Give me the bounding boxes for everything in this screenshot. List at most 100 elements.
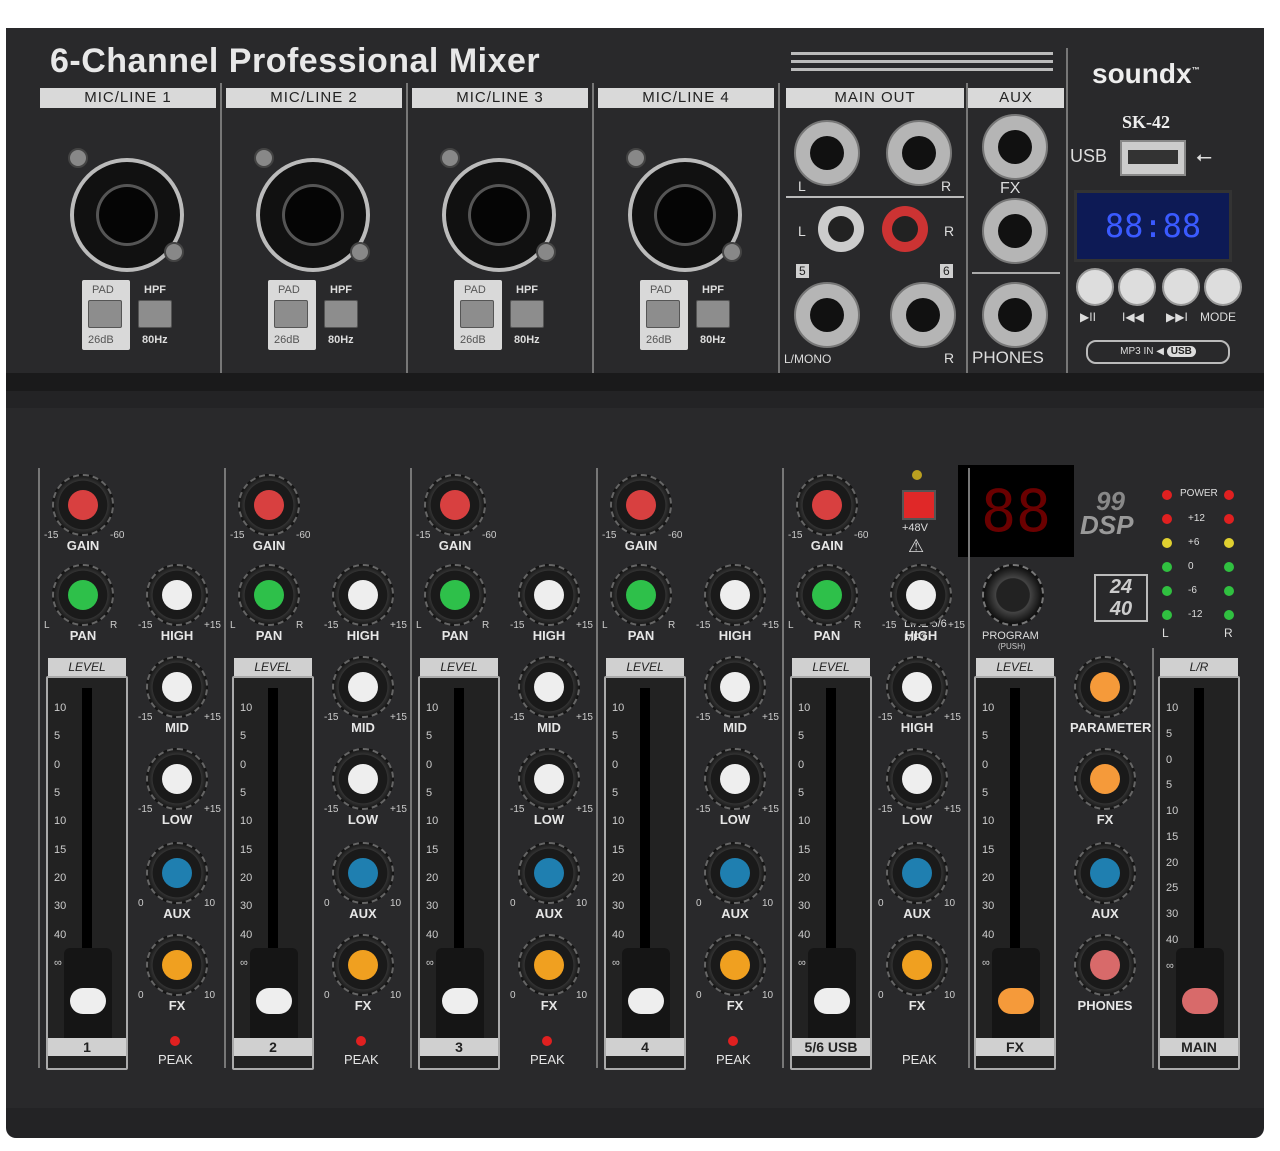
aux-out-jack[interactable] bbox=[982, 114, 1048, 180]
fader-scale-mark: 10 bbox=[240, 815, 253, 828]
high-knob-5[interactable] bbox=[890, 564, 952, 626]
hpf-value: 80Hz bbox=[142, 334, 168, 346]
phantom-48v-button[interactable] bbox=[902, 490, 936, 520]
fx-knob-3[interactable] bbox=[518, 934, 580, 996]
high-knob-56b[interactable] bbox=[886, 656, 948, 718]
gain-knob-1[interactable] bbox=[52, 474, 114, 536]
channel-fader-4-knob[interactable] bbox=[622, 948, 670, 1048]
low-knob-1-max: +15 bbox=[204, 804, 221, 815]
line-5-jack[interactable] bbox=[794, 282, 860, 348]
fader-scale-mark: 0 bbox=[54, 758, 61, 771]
low-knob-1[interactable] bbox=[146, 748, 208, 810]
high-knob-2-max: +15 bbox=[390, 620, 407, 631]
pad-button-1[interactable] bbox=[88, 300, 122, 328]
fx-out-jack[interactable] bbox=[982, 198, 1048, 264]
fader-scale-mark: ∞ bbox=[54, 957, 62, 970]
fader-scale-mark: 15 bbox=[240, 843, 253, 856]
line-6-jack[interactable] bbox=[890, 282, 956, 348]
fx-knob-2[interactable] bbox=[332, 934, 394, 996]
channel-fader-4-header: LEVEL bbox=[606, 658, 684, 676]
rca-r-jack[interactable] bbox=[882, 206, 928, 252]
channel-fader-5-knob[interactable] bbox=[808, 948, 856, 1048]
meter-led-r bbox=[1224, 586, 1234, 596]
low-knob-3-label: LOW bbox=[533, 812, 565, 827]
fader-scale-mark: 20 bbox=[240, 872, 253, 885]
fx-knob-1[interactable] bbox=[146, 934, 208, 996]
fader-scale-mark: 0 bbox=[982, 758, 989, 771]
aux-knob-4[interactable] bbox=[704, 842, 766, 904]
pad-button-3[interactable] bbox=[460, 300, 494, 328]
fader-scale-mark: 40 bbox=[54, 928, 67, 941]
channel-fader-3-knob[interactable] bbox=[436, 948, 484, 1048]
mid-knob-1[interactable] bbox=[146, 656, 208, 718]
main-out-r-jack[interactable] bbox=[886, 120, 952, 186]
pan-knob-4[interactable] bbox=[610, 564, 672, 626]
high-knob-1[interactable] bbox=[146, 564, 208, 626]
rca-l-jack[interactable] bbox=[818, 206, 864, 252]
fader-scale-mark: 5 bbox=[426, 730, 433, 743]
high-knob-1-max: +15 bbox=[204, 620, 221, 631]
channel-fader-2-knob[interactable] bbox=[250, 948, 298, 1048]
mid-knob-3[interactable] bbox=[518, 656, 580, 718]
main-fader-knob[interactable] bbox=[1176, 948, 1224, 1048]
high-knob-3[interactable] bbox=[518, 564, 580, 626]
fx-return-fader-knob[interactable] bbox=[992, 948, 1040, 1048]
pad-value: 26dB bbox=[274, 334, 300, 346]
gain-knob-3[interactable] bbox=[424, 474, 486, 536]
divider bbox=[1152, 648, 1154, 1068]
fx-knob-56[interactable] bbox=[886, 934, 948, 996]
low-knob-4[interactable] bbox=[704, 748, 766, 810]
pad-button-4[interactable] bbox=[646, 300, 680, 328]
program-knob[interactable] bbox=[982, 564, 1044, 626]
pan-knob-2[interactable] bbox=[238, 564, 300, 626]
channel-fader-5-number: 5/6 USB bbox=[792, 1038, 870, 1056]
aux-knob-1[interactable] bbox=[146, 842, 208, 904]
channel-fader-1-knob[interactable] bbox=[64, 948, 112, 1048]
low-knob-3[interactable] bbox=[518, 748, 580, 810]
hpf-button-1[interactable] bbox=[138, 300, 172, 328]
meter-led-l bbox=[1162, 538, 1172, 548]
high-knob-2[interactable] bbox=[332, 564, 394, 626]
gain-knob-1-label: GAIN bbox=[66, 538, 100, 553]
channel-fader-3-header: LEVEL bbox=[420, 658, 498, 676]
fader-scale-mark: 10 bbox=[1166, 702, 1179, 714]
fader-scale-mark: 30 bbox=[426, 900, 439, 913]
usb-port[interactable] bbox=[1120, 140, 1186, 176]
mid-knob-4[interactable] bbox=[704, 656, 766, 718]
high-knob-56b-min: -15 bbox=[878, 712, 893, 723]
main-out-l-jack[interactable] bbox=[794, 120, 860, 186]
fx-master-knob[interactable] bbox=[1074, 748, 1136, 810]
low-knob-2[interactable] bbox=[332, 748, 394, 810]
player-button-2[interactable] bbox=[1162, 268, 1200, 306]
gain-knob-2[interactable] bbox=[238, 474, 300, 536]
aux-knob-3[interactable] bbox=[518, 842, 580, 904]
player-button-3[interactable] bbox=[1204, 268, 1242, 306]
hpf-button-3[interactable] bbox=[510, 300, 544, 328]
pan-knob-2-label: PAN bbox=[255, 628, 283, 643]
gain-knob-4[interactable] bbox=[610, 474, 672, 536]
aux-master-knob[interactable] bbox=[1074, 842, 1136, 904]
low-knob-56[interactable] bbox=[886, 748, 948, 810]
parameter-knob[interactable] bbox=[1074, 656, 1136, 718]
high-knob-4[interactable] bbox=[704, 564, 766, 626]
fader-scale-mark: 30 bbox=[240, 900, 253, 913]
player-button-0[interactable] bbox=[1076, 268, 1114, 306]
mid-knob-2[interactable] bbox=[332, 656, 394, 718]
mid-knob-1-max: +15 bbox=[204, 712, 221, 723]
gain-knob-5[interactable] bbox=[796, 474, 858, 536]
pan-knob-1[interactable] bbox=[52, 564, 114, 626]
pan-knob-5[interactable] bbox=[796, 564, 858, 626]
aux-knob-2[interactable] bbox=[332, 842, 394, 904]
hpf-button-4[interactable] bbox=[696, 300, 730, 328]
phones-jack[interactable] bbox=[982, 282, 1048, 348]
pad-button-2[interactable] bbox=[274, 300, 308, 328]
fx-knob-4[interactable] bbox=[704, 934, 766, 996]
pad-value: 26dB bbox=[460, 334, 486, 346]
hpf-button-2[interactable] bbox=[324, 300, 358, 328]
meter-led-r bbox=[1224, 514, 1234, 524]
gain-knob-3-label: GAIN bbox=[438, 538, 472, 553]
phones-level-knob[interactable] bbox=[1074, 934, 1136, 996]
player-button-1[interactable] bbox=[1118, 268, 1156, 306]
aux-knob-56[interactable] bbox=[886, 842, 948, 904]
pan-knob-3[interactable] bbox=[424, 564, 486, 626]
